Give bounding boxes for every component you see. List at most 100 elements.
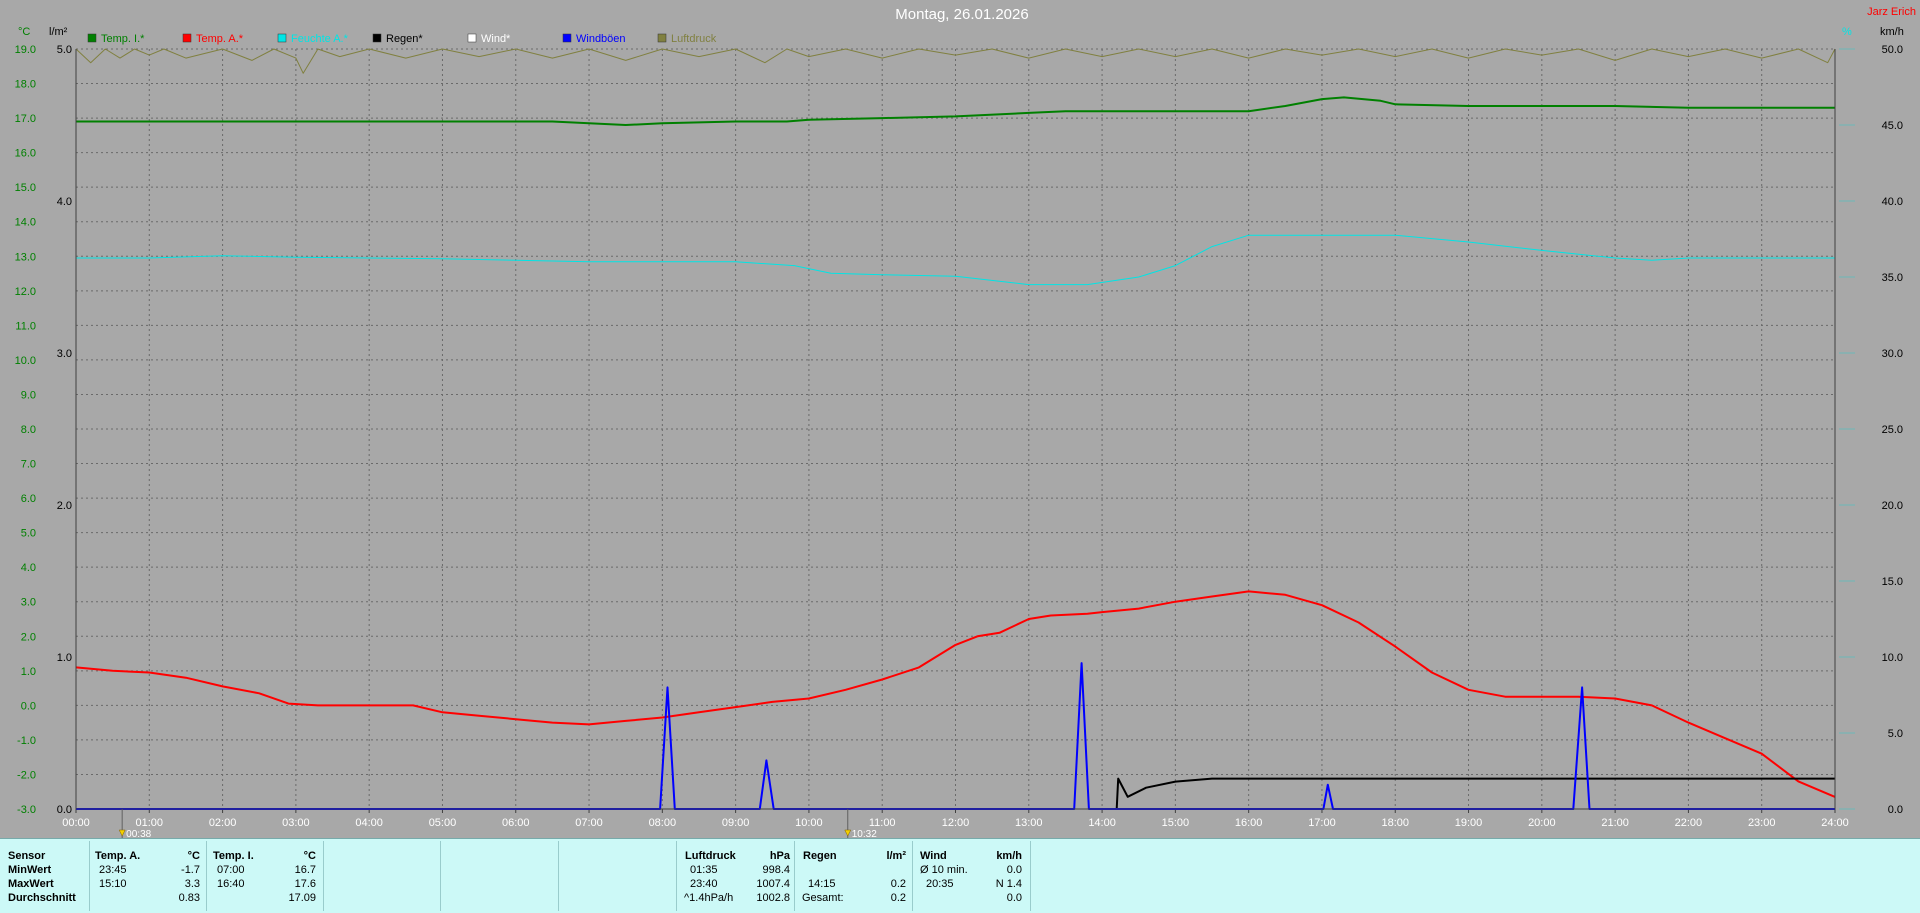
time-tick-label: 19:00 xyxy=(1455,817,1483,829)
unit-temp-label: °C xyxy=(18,26,30,38)
time-tick-label: 02:00 xyxy=(209,817,237,829)
time-tick-label: 13:00 xyxy=(1015,817,1043,829)
temp-a-min: -1.7 xyxy=(181,864,200,876)
time-tick-label: 18:00 xyxy=(1381,817,1409,829)
pressure-max-time: 23:40 xyxy=(690,878,718,890)
wind-header: Wind xyxy=(920,850,947,862)
wind-tick-label: 35.0 xyxy=(1882,272,1903,284)
marker-icon xyxy=(844,829,852,837)
temp-i-min: 16.7 xyxy=(294,864,316,876)
row-label-min: MinWert xyxy=(8,864,52,876)
legend-swatch xyxy=(372,33,382,43)
temp-i-max: 17.6 xyxy=(294,878,316,890)
wind-tick-label: 40.0 xyxy=(1882,196,1903,208)
temp-tick-label: -3.0 xyxy=(17,804,36,816)
chart-title: Montag, 26.01.2026 xyxy=(895,6,1028,23)
temp-tick-label: 15.0 xyxy=(15,182,36,194)
temp-a-header: Temp. A. xyxy=(95,850,141,862)
wind-tick-label: 45.0 xyxy=(1882,120,1903,132)
temp-a-max-time: 15:10 xyxy=(99,878,127,890)
rain-tick-label: 4.0 xyxy=(57,196,72,208)
legend-swatch xyxy=(277,33,287,43)
wind-max-time: 20:35 xyxy=(926,878,954,890)
statistics-panel: Sensor MinWert MaxWert Durchschnitt Temp… xyxy=(0,838,1920,913)
temp-i-header: Temp. I. xyxy=(213,850,254,862)
temp-tick-label: 4.0 xyxy=(21,562,36,574)
row-label-max: MaxWert xyxy=(8,878,54,890)
time-tick-label: 08:00 xyxy=(649,817,677,829)
wind-max: N 1.4 xyxy=(995,878,1022,890)
wind-tick-label: 25.0 xyxy=(1882,424,1903,436)
legend-swatch xyxy=(87,33,97,43)
temp-tick-label: 3.0 xyxy=(21,597,36,609)
time-tick-label: 17:00 xyxy=(1308,817,1336,829)
pressure-max: 1007.4 xyxy=(756,878,790,890)
temp-tick-label: 16.0 xyxy=(15,148,36,160)
time-axis-ticks: 00:00 01:00 02:00 03:00 04:00 05:00 06:00 07:00… xyxy=(62,809,1849,829)
time-tick-label: 24:00 xyxy=(1821,817,1849,829)
temp-tick-label: 2.0 xyxy=(21,631,36,643)
time-tick-label: 09:00 xyxy=(722,817,750,829)
time-tick-label: 06:00 xyxy=(502,817,530,829)
legend-swatch xyxy=(562,33,572,43)
legend-swatch xyxy=(182,33,192,43)
rain-max: 0.2 xyxy=(890,878,906,890)
legend-label: Luftdruck xyxy=(671,33,717,45)
rain-header: Regen xyxy=(803,850,837,862)
temp-tick-label: -2.0 xyxy=(17,769,36,781)
temp-tick-label: 7.0 xyxy=(21,459,36,471)
weather-chart: Montag, 26.01.2026 Jarz Erich °C l/m² % … xyxy=(15,6,1916,838)
temp-tick-label: -1.0 xyxy=(17,735,36,747)
chart-legend: Temp. I.* Temp. A.* Feuchte A.* Regen* Wind*… xyxy=(87,33,717,45)
temp-i-max-time: 16:40 xyxy=(217,878,245,890)
time-tick-label: 15:00 xyxy=(1162,817,1190,829)
legend-label: Temp. A.* xyxy=(196,33,244,45)
rain-total-label: Gesamt: xyxy=(802,892,844,904)
pressure-trend: ^1.4hPa/h xyxy=(684,892,734,904)
row-label-sensor: Sensor xyxy=(8,850,46,862)
time-tick-label: 03:00 xyxy=(282,817,310,829)
wind-tick-label: 10.0 xyxy=(1882,652,1903,664)
wind-avg10: 0.0 xyxy=(1006,864,1022,876)
temp-i-unit: °C xyxy=(303,850,316,862)
temp-a-avg: 0.83 xyxy=(178,892,200,904)
temp-a-min-time: 23:45 xyxy=(99,864,127,876)
temp-tick-label: 14.0 xyxy=(15,217,36,229)
temp-tick-label: 0.0 xyxy=(21,700,36,712)
time-tick-label: 14:00 xyxy=(1088,817,1116,829)
temp-tick-label: 8.0 xyxy=(21,424,36,436)
temp-a-max: 3.3 xyxy=(184,878,200,890)
rain-unit: l/m² xyxy=(886,850,906,862)
pressure-min-time: 01:35 xyxy=(690,864,718,876)
time-tick-label: 22:00 xyxy=(1675,817,1703,829)
temp-tick-label: 11.0 xyxy=(15,320,36,332)
time-tick-label: 11:00 xyxy=(869,817,896,829)
time-tick-label: 23:00 xyxy=(1748,817,1776,829)
rain-total: 0.2 xyxy=(890,892,906,904)
wind-tick-label: 50.0 xyxy=(1882,44,1903,56)
temp-tick-label: 19.0 xyxy=(15,44,36,56)
wind-tick-label: 15.0 xyxy=(1882,576,1903,588)
unit-wind-label: km/h xyxy=(1880,26,1904,38)
wind-avg: 0.0 xyxy=(1006,892,1022,904)
pressure-min: 998.4 xyxy=(762,864,790,876)
rain-max-time: 14:15 xyxy=(808,878,836,890)
wind-tick-label: 5.0 xyxy=(1888,728,1903,740)
wind-unit: km/h xyxy=(996,850,1022,862)
time-tick-label: 12:00 xyxy=(942,817,970,829)
temp-i-avg: 17.09 xyxy=(288,892,316,904)
time-tick-label: 04:00 xyxy=(355,817,383,829)
humidity-axis-ticks xyxy=(1839,48,1855,810)
legend-swatch xyxy=(467,33,477,43)
temp-tick-label: 1.0 xyxy=(21,666,36,678)
time-tick-label: 05:00 xyxy=(429,817,457,829)
legend-label: Wind* xyxy=(481,33,511,45)
pressure-header: Luftdruck xyxy=(685,850,736,862)
legend-label: Feuchte A.* xyxy=(291,33,349,45)
legend-label: Regen* xyxy=(386,33,423,45)
temp-tick-label: 6.0 xyxy=(21,493,36,505)
legend-label: Windböen xyxy=(576,33,626,45)
temp-tick-label: 10.0 xyxy=(15,355,36,367)
temp-tick-label: 5.0 xyxy=(21,528,36,540)
station-name: Jarz Erich xyxy=(1867,6,1916,18)
